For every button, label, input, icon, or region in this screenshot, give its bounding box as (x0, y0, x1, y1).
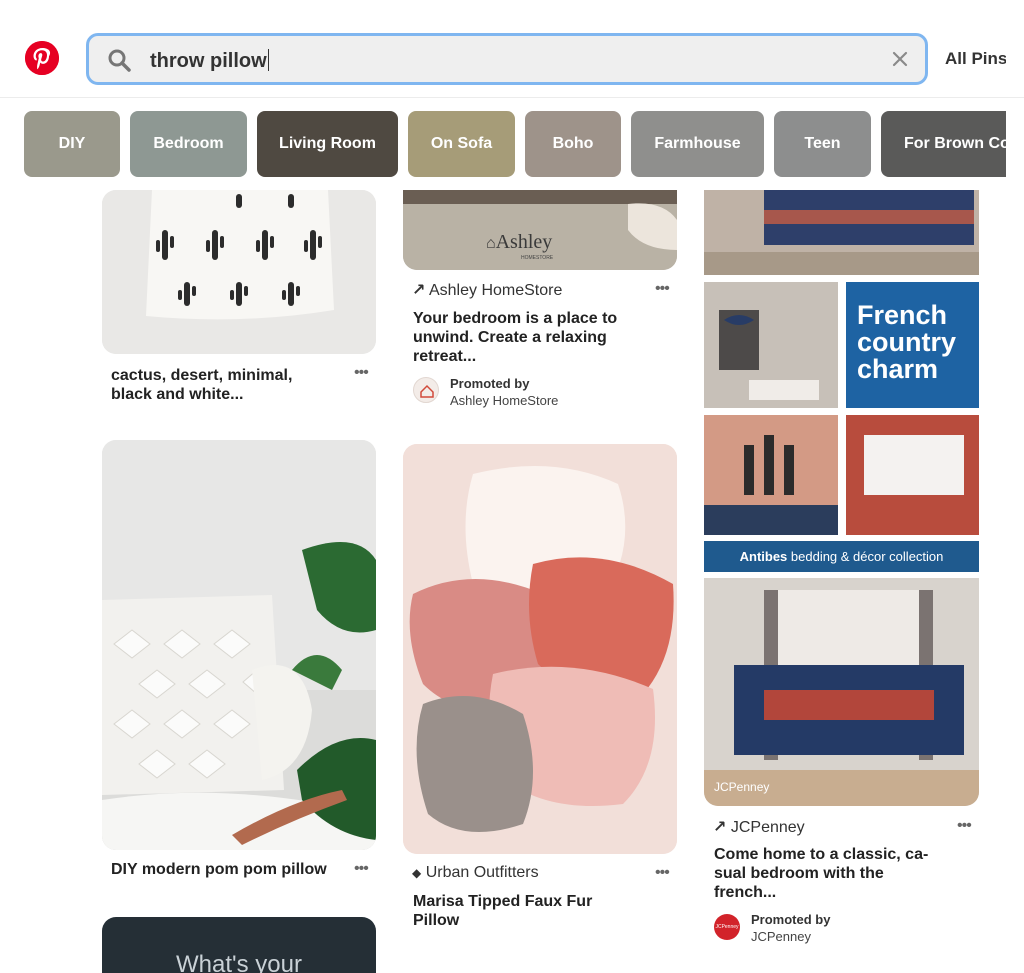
pin-source-urban[interactable]: ◆ Urban Outfitters (412, 864, 539, 882)
pin-image-ashley-rug[interactable]: ⌂Ashley HOMESTORE (403, 190, 677, 270)
all-pins-dropdown[interactable]: All Pins (932, 36, 1006, 82)
chip-boho[interactable]: Boho (525, 111, 621, 177)
pin-title-ashley[interactable]: Your bedroom is a place to unwind. Creat… (413, 309, 638, 366)
more-options-icon[interactable]: ••• (354, 364, 369, 382)
pin-source-ashley[interactable]: ↗ Ashley HomeStore (412, 280, 562, 300)
promoted-by-name[interactable]: Ashley HomeStore (450, 393, 558, 408)
chip-diy[interactable]: DIY (24, 111, 120, 177)
pin-grid: cactus, desert, minimal, black and white… (0, 190, 1024, 973)
pinterest-logo-icon[interactable] (25, 41, 59, 75)
pin-image-pom-pom-pillow[interactable] (102, 440, 376, 850)
pin-image-faux-fur-pillows[interactable] (403, 444, 677, 854)
external-link-arrow-icon: ↗ (713, 819, 727, 836)
chip-on-sofa[interactable]: On Sofa (408, 111, 515, 177)
more-options-icon[interactable]: ••• (354, 860, 369, 878)
chip-for-brown-couch[interactable]: For Brown Couch (881, 111, 1006, 177)
promoted-by-label: Promoted by (450, 376, 530, 391)
search-icon (108, 49, 131, 72)
pin-source-jcp[interactable]: ↗ JCPenney (713, 817, 805, 837)
more-options-icon[interactable]: ••• (655, 864, 670, 882)
promoted-by-label: Promoted by (751, 912, 831, 927)
top-bar: throw pillow All Pins (0, 0, 1024, 98)
chip-teen[interactable]: Teen (774, 111, 871, 177)
pin-image-dark-card[interactable]: What's your (102, 917, 376, 973)
more-options-icon[interactable]: ••• (655, 280, 670, 298)
search-input[interactable]: throw pillow (150, 49, 269, 73)
pin-caption-pom-pom[interactable]: DIY modern pom pom pillow (111, 860, 351, 879)
more-options-icon[interactable]: ••• (957, 817, 972, 835)
pin-image-jcp-bedding[interactable]: French country charm Antibes bedding & d… (704, 190, 979, 806)
clear-search-icon[interactable] (891, 50, 909, 68)
pin-title-jcp[interactable]: Come home to a classic, ca-sual bedroom … (714, 845, 939, 902)
search-bar[interactable]: throw pillow (86, 33, 928, 85)
french-country-text: French country charm (857, 300, 957, 384)
external-link-arrow-icon: ↗ (412, 282, 426, 299)
pin-caption-cactus[interactable]: cactus, desert, minimal, black and white… (111, 366, 331, 404)
ashley-watermark-sub: HOMESTORE (521, 255, 554, 261)
pin-image-cactus-pillow[interactable] (102, 190, 376, 354)
guided-search-chips: DIY Bedroom Living Room On Sofa Boho Far… (0, 111, 1006, 177)
tag-icon: ◆ (412, 866, 422, 880)
ashley-watermark: ⌂Ashley (486, 231, 553, 253)
antibes-banner: Antibes bedding & décor collection (704, 541, 979, 572)
chip-bedroom[interactable]: Bedroom (130, 111, 247, 177)
dark-card-text: What's your (176, 951, 302, 973)
chip-farmhouse[interactable]: Farmhouse (631, 111, 764, 177)
ashley-logo-icon[interactable] (413, 377, 439, 403)
jcpenney-logo-icon[interactable]: JCPenney (714, 914, 740, 940)
jcp-watermark: JCPenney (714, 780, 770, 794)
promoted-by-name[interactable]: JCPenney (751, 929, 811, 944)
pin-title-urban[interactable]: Marisa Tipped Faux Fur Pillow (413, 892, 633, 930)
chip-living-room[interactable]: Living Room (257, 111, 398, 177)
